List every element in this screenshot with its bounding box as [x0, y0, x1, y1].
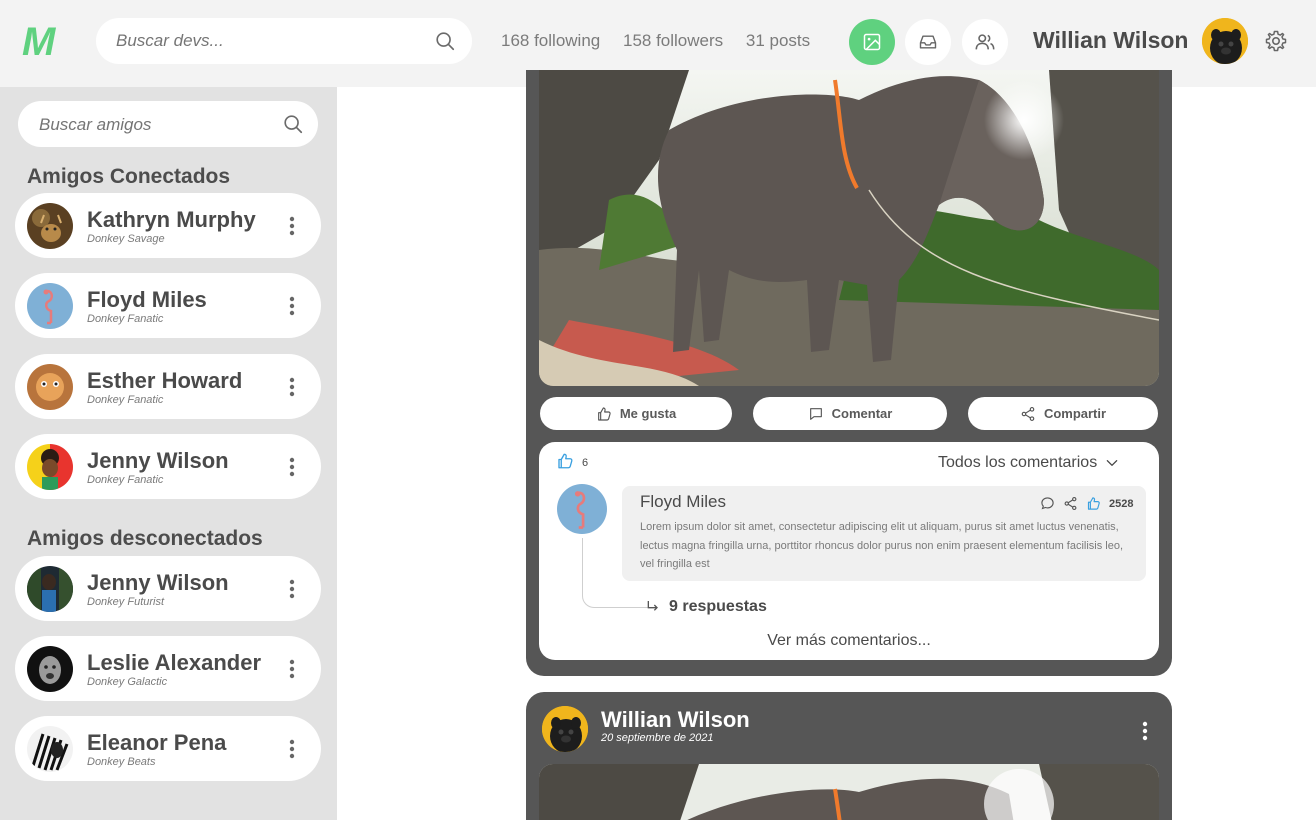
reply-icon[interactable] [1040, 496, 1055, 511]
inbox-icon [919, 35, 937, 49]
connected-friends-title: Amigos Conectados [27, 165, 231, 188]
profile-stats: 168 following 158 followers 31 posts [501, 31, 828, 51]
donkey-photo [539, 764, 1159, 820]
posts-count[interactable]: 31 posts [746, 31, 810, 50]
friend-subtitle: Donkey Galactic [87, 676, 168, 688]
comment-bubble: Floyd Miles 2528 Lorem ipsum dolor sit a… [622, 486, 1146, 581]
post-image[interactable] [539, 70, 1159, 386]
more-options-icon[interactable] [286, 577, 298, 601]
donkey-photo [539, 70, 1159, 386]
search-icon[interactable] [282, 113, 304, 135]
more-options-icon[interactable] [286, 375, 298, 399]
settings-gear-icon[interactable] [1264, 29, 1288, 53]
friend-avatar [27, 726, 73, 772]
share-button[interactable]: Compartir [968, 397, 1158, 430]
friends-sidebar: Amigos Conectados Kathryn Murphy Donkey … [0, 87, 337, 820]
friend-avatar [27, 566, 73, 612]
chevron-down-icon [1106, 460, 1118, 466]
friend-search-input[interactable] [39, 115, 279, 135]
friend-avatar [27, 364, 73, 410]
friend-card[interactable]: Esther Howard Donkey Fanatic [15, 354, 321, 419]
current-user-name[interactable]: Willian Wilson [1033, 27, 1188, 54]
post-card: Willian Wilson 20 septiembre de 2021 [526, 692, 1172, 820]
comments-panel: 6 Todos los comentarios Floyd Miles 2528… [539, 442, 1159, 660]
pug-avatar-icon [542, 706, 588, 752]
friend-subtitle: Donkey Savage [87, 233, 165, 245]
all-comments-label: Todos los comentarios [938, 454, 1098, 471]
comment-button[interactable]: Comentar [753, 397, 947, 430]
like-count-icon[interactable] [556, 452, 574, 470]
comment-icon [809, 407, 822, 420]
gallery-button[interactable] [849, 19, 895, 65]
friend-subtitle: Donkey Fanatic [87, 394, 164, 406]
friend-card[interactable]: Eleanor Pena Donkey Beats [15, 716, 321, 781]
post-author-avatar[interactable] [542, 706, 588, 752]
friend-name: Eleanor Pena [87, 730, 227, 755]
following-count[interactable]: 168 following [501, 31, 600, 50]
disconnected-friends-title: Amigos desconectados [27, 527, 263, 550]
comment-actions: 2528 [1040, 496, 1133, 511]
post-date: 20 septiembre de 2021 [601, 732, 714, 744]
friend-avatar [27, 646, 73, 692]
more-options-icon[interactable] [286, 657, 298, 681]
post-like-count: 6 [582, 457, 589, 469]
see-more-comments-link[interactable]: Ver más comentarios... [539, 632, 1159, 650]
all-comments-dropdown[interactable]: Todos los comentarios [938, 454, 1119, 472]
comment-author[interactable]: Floyd Miles [640, 492, 726, 512]
more-options-icon[interactable] [286, 214, 298, 238]
like-button[interactable]: Me gusta [540, 397, 732, 430]
like-label: Me gusta [619, 406, 677, 421]
friend-subtitle: Donkey Fanatic [87, 474, 164, 486]
comment-text: Lorem ipsum dolor sit amet, consectetur … [640, 521, 1124, 570]
friend-name: Jenny Wilson [87, 570, 229, 595]
share-label: Compartir [1043, 406, 1107, 421]
followers-count[interactable]: 158 followers [623, 31, 723, 50]
image-icon [863, 33, 881, 51]
share-icon [1021, 406, 1035, 421]
post-image[interactable] [539, 764, 1159, 820]
dev-search-input[interactable] [116, 31, 416, 51]
replies-label: 9 respuestas [669, 598, 767, 615]
friend-subtitle: Donkey Fanatic [87, 313, 164, 325]
friend-name: Floyd Miles [87, 287, 207, 312]
thumbs-up-icon[interactable] [1086, 496, 1101, 511]
friend-name: Esther Howard [87, 368, 243, 393]
replies-toggle[interactable]: 9 respuestas [645, 598, 767, 616]
friends-button[interactable] [962, 19, 1008, 65]
friend-avatar [27, 203, 73, 249]
app-logo[interactable]: M [22, 20, 55, 64]
comment-like-count: 2528 [1109, 497, 1134, 510]
friend-subtitle: Donkey Beats [87, 756, 156, 768]
dev-search-box[interactable] [96, 18, 472, 64]
friend-name: Leslie Alexander [87, 650, 262, 675]
current-user-avatar[interactable] [1202, 18, 1248, 64]
share-icon[interactable] [1063, 496, 1078, 511]
comment-label: Comentar [831, 406, 893, 421]
friend-card[interactable]: Floyd Miles Donkey Fanatic [15, 273, 321, 338]
friend-card[interactable]: Jenny Wilson Donkey Futurist [15, 556, 321, 621]
thumbs-up-icon [597, 406, 611, 421]
more-options-icon[interactable] [286, 737, 298, 761]
more-options-icon[interactable] [1139, 719, 1151, 743]
friend-name: Jenny Wilson [87, 448, 229, 473]
friend-avatar [27, 444, 73, 490]
more-options-icon[interactable] [286, 294, 298, 318]
commenter-avatar[interactable] [557, 484, 607, 534]
reply-arrow-icon [647, 601, 658, 611]
post-author-name[interactable]: Willian Wilson [601, 707, 750, 733]
more-options-icon[interactable] [286, 455, 298, 479]
friend-card[interactable]: Kathryn Murphy Donkey Savage [15, 193, 321, 258]
friend-avatar [27, 283, 73, 329]
friend-card[interactable]: Leslie Alexander Donkey Galactic [15, 636, 321, 701]
friend-card[interactable]: Jenny Wilson Donkey Fanatic [15, 434, 321, 499]
pug-avatar-icon [1202, 18, 1248, 64]
search-icon[interactable] [434, 30, 456, 52]
friend-name: Kathryn Murphy [87, 207, 256, 232]
friend-subtitle: Donkey Futurist [87, 596, 165, 608]
friend-search-box[interactable] [18, 101, 318, 147]
users-icon [975, 34, 995, 50]
post-card: Me gusta Comentar Compartir 6 Todos los … [526, 70, 1172, 676]
inbox-button[interactable] [905, 19, 951, 65]
